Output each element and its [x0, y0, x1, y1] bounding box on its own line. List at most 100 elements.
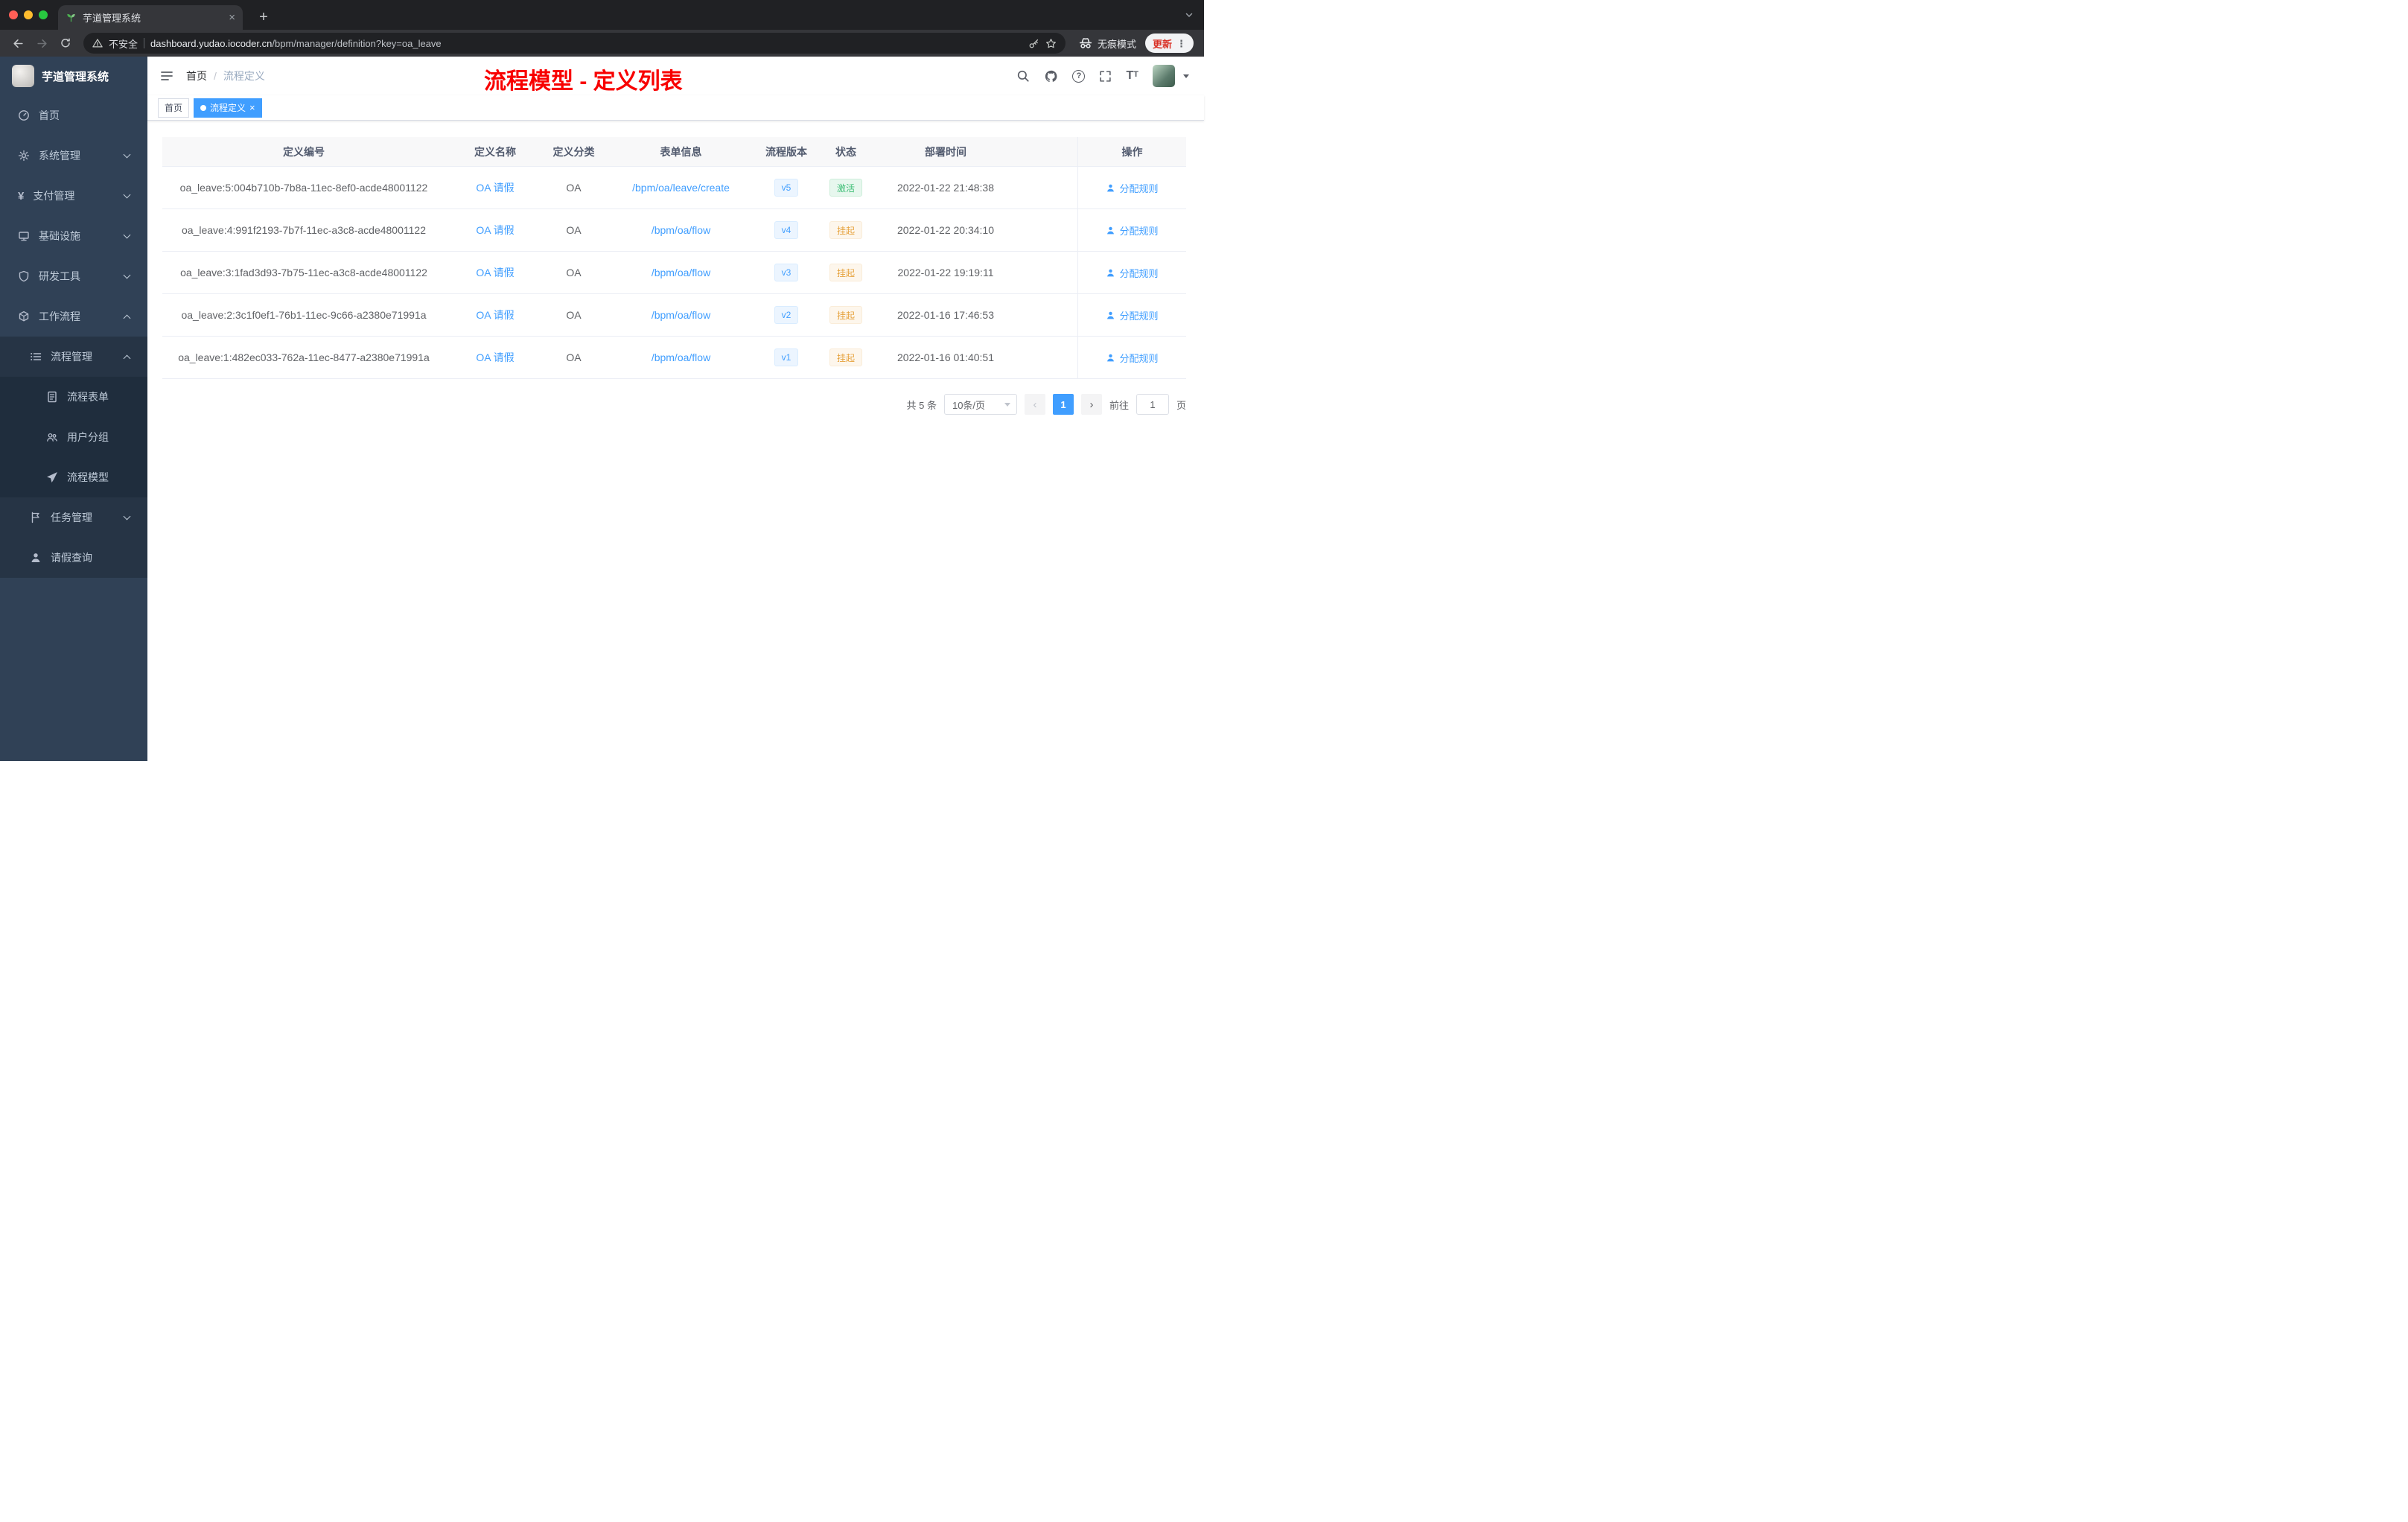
address-bar[interactable]: 不安全 dashboard.yudao.iocoder.cn/bpm/manag… — [83, 33, 1066, 54]
browser-tab-strip: 芋道管理系统 × + — [0, 0, 1204, 30]
table-header: 定义编号 定义名称 定义分类 表单信息 流程版本 状态 部署时间 操作 — [162, 137, 1186, 167]
forward-icon[interactable] — [31, 33, 52, 54]
form-link[interactable]: /bpm/oa/flow — [652, 351, 710, 363]
caret-down-icon[interactable] — [1183, 74, 1189, 78]
browser-address-bar-row: 不安全 dashboard.yudao.iocoder.cn/bpm/manag… — [0, 30, 1204, 57]
col-process-version: 流程版本 — [765, 145, 807, 158]
key-icon[interactable] — [1028, 38, 1039, 49]
monitor-icon — [18, 230, 30, 242]
breadcrumb: 首页 / 流程定义 — [186, 69, 265, 83]
gear-icon — [18, 150, 30, 162]
star-icon[interactable] — [1045, 38, 1057, 49]
tag-close-icon[interactable]: × — [249, 103, 255, 112]
close-window-button[interactable] — [9, 10, 18, 19]
chevron-down-icon — [123, 150, 131, 159]
deploy-time: 2022-01-22 20:34:10 — [897, 224, 994, 236]
browser-tab[interactable]: 芋道管理系统 × — [58, 5, 243, 30]
prev-page-button[interactable]: ‹ — [1024, 394, 1045, 415]
sidebar-item-process-model[interactable]: 流程模型 — [0, 457, 147, 497]
sidebar-menu: 首页 系统管理 ¥ 支付管理 基础设施 研发工具 工作流程 流程管理 流程表单 … — [0, 95, 147, 578]
sidebar-item-system[interactable]: 系统管理 — [0, 136, 147, 176]
page-size-select[interactable]: 10条/页 — [943, 394, 1017, 415]
pagination: 共 5 条 10条/页 ‹ 1 › 前往 页 — [162, 394, 1186, 415]
back-icon[interactable] — [7, 33, 28, 54]
assign-rule-button[interactable]: 分配规则 — [1106, 308, 1159, 322]
minimize-window-button[interactable] — [24, 10, 33, 19]
jump-prefix: 前往 — [1109, 399, 1129, 411]
github-icon[interactable] — [1044, 69, 1058, 83]
chevron-down-icon — [123, 231, 131, 239]
form-link[interactable]: /bpm/oa/flow — [652, 224, 710, 236]
definition-name-link[interactable]: OA 请假 — [476, 223, 514, 238]
deploy-time: 2022-01-22 21:48:38 — [897, 182, 994, 194]
hamburger-icon[interactable] — [159, 69, 174, 83]
status-tag: 挂起 — [829, 348, 862, 366]
search-icon[interactable] — [1016, 69, 1030, 83]
table-row: oa_leave:5:004b710b-7b8a-11ec-8ef0-acde4… — [162, 167, 1186, 209]
breadcrumb-home-link[interactable]: 首页 — [186, 69, 207, 83]
assign-rule-button[interactable]: 分配规则 — [1106, 223, 1159, 238]
tag-process-definition[interactable]: 流程定义 × — [194, 98, 262, 118]
assign-rule-button[interactable]: 分配规则 — [1106, 351, 1159, 365]
sidebar-item-home[interactable]: 首页 — [0, 95, 147, 136]
deploy-time: 2022-01-16 17:46:53 — [897, 309, 994, 321]
sidebar-item-process-management[interactable]: 流程管理 — [0, 337, 147, 377]
avatar[interactable] — [1153, 65, 1175, 87]
col-status: 状态 — [835, 145, 856, 158]
user-icon — [1107, 226, 1115, 234]
fullscreen-icon[interactable] — [1099, 70, 1112, 83]
status-tag: 挂起 — [829, 306, 862, 324]
current-page-button[interactable]: 1 — [1052, 394, 1074, 415]
shield-icon — [18, 270, 30, 282]
deploy-time: 2022-01-16 01:40:51 — [897, 351, 994, 363]
definition-name-link[interactable]: OA 请假 — [476, 180, 514, 195]
sidebar-item-infrastructure[interactable]: 基础设施 — [0, 216, 147, 256]
form-link[interactable]: /bpm/oa/flow — [652, 267, 710, 278]
version-tag: v5 — [774, 179, 799, 197]
assign-rule-button[interactable]: 分配规则 — [1106, 181, 1159, 195]
col-definition-id: 定义编号 — [283, 145, 325, 158]
new-tab-button[interactable]: + — [253, 7, 274, 28]
sidebar-item-task-management[interactable]: 任务管理 — [0, 497, 147, 538]
sidebar-item-payment[interactable]: ¥ 支付管理 — [0, 176, 147, 216]
reload-icon[interactable] — [55, 33, 76, 54]
form-link[interactable]: /bpm/oa/leave/create — [632, 182, 730, 194]
chevron-up-icon — [123, 314, 131, 322]
question-icon[interactable]: ? — [1072, 69, 1086, 83]
zoom-window-button[interactable] — [39, 10, 48, 19]
tab-search-chevron-icon[interactable] — [1185, 10, 1194, 19]
tag-home[interactable]: 首页 — [158, 98, 190, 118]
chevron-up-icon — [123, 354, 131, 363]
definition-name-link[interactable]: OA 请假 — [476, 350, 514, 365]
definition-name-link[interactable]: OA 请假 — [476, 308, 514, 322]
incognito-label: 无痕模式 — [1097, 38, 1136, 50]
definition-name-link[interactable]: OA 请假 — [476, 265, 514, 280]
font-size-icon[interactable]: TT — [1126, 70, 1138, 82]
col-actions: 操作 — [1077, 137, 1186, 166]
version-tag: v2 — [774, 306, 799, 324]
logo-title: 芋道管理系统 — [42, 70, 109, 83]
sidebar-item-devtools[interactable]: 研发工具 — [0, 256, 147, 296]
page-jump-input[interactable] — [1135, 394, 1169, 415]
definition-category: OA — [566, 267, 582, 278]
definition-id: oa_leave:5:004b710b-7b8a-11ec-8ef0-acde4… — [179, 182, 428, 194]
assign-rule-button[interactable]: 分配规则 — [1106, 266, 1159, 280]
table-row: oa_leave:4:991f2193-7b7f-11ec-a3c8-acde4… — [162, 209, 1186, 252]
sidebar-item-leave-query[interactable]: 请假查询 — [0, 538, 147, 578]
next-page-button[interactable]: › — [1080, 394, 1102, 415]
app-header: 首页 / 流程定义 流程模型 - 定义列表 ? TT — [147, 57, 1204, 95]
sidebar-item-user-group[interactable]: 用户分组 — [0, 417, 147, 457]
table-row: oa_leave:3:1fad3d93-7b75-11ec-a3c8-acde4… — [162, 252, 1186, 294]
tab-close-icon[interactable]: × — [229, 11, 235, 24]
table-row: oa_leave:2:3c1f0ef1-76b1-11ec-9c66-a2380… — [162, 294, 1186, 337]
kebab-menu-icon[interactable]: ⋮ — [1176, 39, 1186, 48]
table-row: oa_leave:1:482ec033-762a-11ec-8477-a2380… — [162, 337, 1186, 379]
tags-view: 首页 流程定义 × — [147, 95, 1204, 121]
form-link[interactable]: /bpm/oa/flow — [652, 309, 710, 321]
sidebar-item-process-form[interactable]: 流程表单 — [0, 377, 147, 417]
pagination-total: 共 5 条 — [906, 399, 937, 411]
user-icon — [1107, 311, 1115, 319]
sidebar-item-workflow[interactable]: 工作流程 — [0, 296, 147, 337]
update-button[interactable]: 更新 ⋮ — [1144, 34, 1194, 53]
favicon-icon — [66, 12, 77, 23]
